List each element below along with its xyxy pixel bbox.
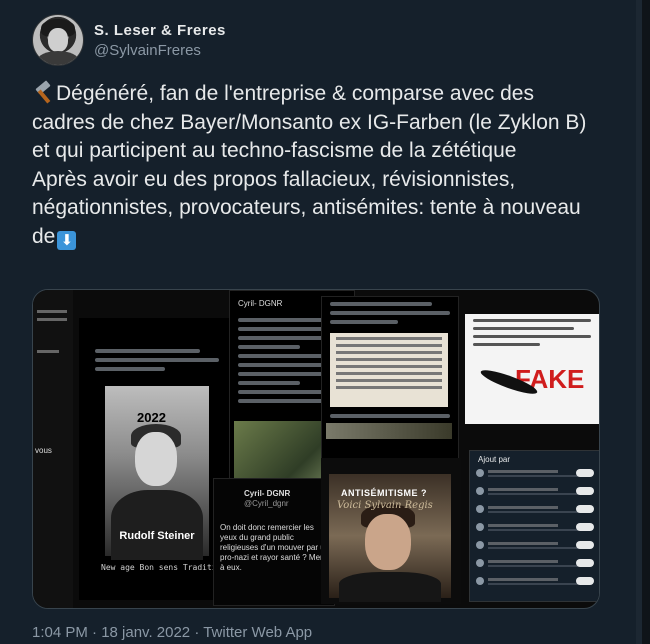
antisemitism-caption: ANTISÉMITISME ?: [341, 488, 427, 498]
tweet-paragraph-1: Dégénéré, fan de l'entreprise & comparse…: [32, 80, 592, 166]
avatar[interactable]: [32, 14, 84, 66]
tweet-media[interactable]: vous Anthroposophie pour 2022 Rudolf Ste…: [32, 289, 600, 609]
article-image: [326, 423, 452, 439]
author-handle[interactable]: @SylvainFreres: [94, 42, 226, 59]
article-paper: [330, 333, 448, 407]
anthro-caption: Anthroposophie pour: [105, 374, 209, 385]
media-screenshot-left: vous: [33, 290, 73, 608]
author-names: S. Leser & Freres @SylvainFreres: [94, 22, 226, 59]
tweet-header: S. Leser & Freres @SylvainFreres: [32, 14, 226, 66]
tweet-paragraph-2: Après avoir eu des propos fallacieux, ré…: [32, 166, 592, 252]
tweet-text-line-2: Après avoir eu des propos fallacieux, ré…: [32, 167, 581, 248]
window-edge: [642, 0, 650, 644]
anthro-subtitle: New age Bon sens Tradition: [101, 563, 227, 572]
anthro-name: Rudolf Steiner: [119, 530, 195, 542]
media-screenshot-cyril: Cyril- DGNR @Cyril_dgnr On doit donc rem…: [213, 478, 335, 606]
tweet-text-line-1: Dégénéré, fan de l'entreprise & comparse…: [32, 82, 587, 163]
media-screenshot-fake: FAKE: [465, 314, 599, 424]
script-caption: Voici Sylvain Regis: [337, 500, 433, 511]
reply-header: Ajout par: [478, 455, 511, 464]
anthro-year: 2022: [137, 410, 166, 425]
screenshot-handle: @Cyril_dgnr: [244, 499, 289, 508]
author-display-name[interactable]: S. Leser & Freres: [94, 22, 226, 39]
tweet-text: Dégénéré, fan de l'entreprise & comparse…: [32, 80, 592, 252]
left-label: vous: [35, 446, 52, 455]
media-screenshot-replies: Ajout par: [469, 450, 599, 602]
scrollbar[interactable]: [636, 0, 642, 644]
screenshot-user-top: Cyril- DGNR: [238, 299, 283, 308]
tweet-timestamp[interactable]: 1:04 PM · 18 janv. 2022 · Twitter Web Ap…: [32, 624, 312, 641]
media-screenshot-antisemitisme: ANTISÉMITISME ? Voici Sylvain Regis: [321, 458, 461, 604]
screenshot-user: Cyril- DGNR: [244, 489, 291, 498]
screenshot-body: On doit donc remercier les yeux du grand…: [220, 523, 330, 572]
hammer-and-pick-icon: [32, 80, 54, 104]
down-arrow-icon: ⬇: [57, 230, 77, 250]
